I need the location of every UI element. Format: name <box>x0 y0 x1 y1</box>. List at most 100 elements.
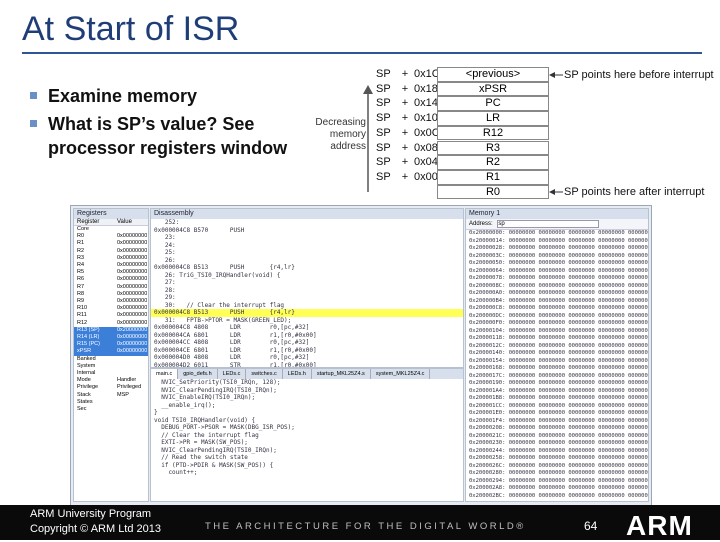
register-row[interactable]: R9 0x00000000 <box>74 298 148 305</box>
register-value: 0x00000000 <box>117 319 148 326</box>
register-row[interactable]: R5 0x00000000 <box>74 269 148 276</box>
register-row[interactable]: R13 (SP) 0x20000000 <box>74 326 148 335</box>
register-row[interactable]: R4 0x00000000 <box>74 262 148 269</box>
memory-line: 0x2000012C: 00000000 00000000 00000000 0… <box>469 342 649 349</box>
register-name: Banked <box>77 355 96 362</box>
direction-label: Decreasing memory address <box>306 117 366 153</box>
plus-sign: + <box>401 68 409 80</box>
source-line: NVIC_ClearPendingIRQ(TSI0_IRQn); <box>154 446 277 454</box>
register-row[interactable]: R6 0x00000000 <box>74 276 148 283</box>
bullet-square-icon <box>30 92 37 99</box>
memory-line: 0x20000168: 00000000 00000000 00000000 0… <box>469 365 649 371</box>
registers-window-title: Registers <box>74 209 148 219</box>
sp-label: SP <box>376 82 391 95</box>
register-row[interactable]: R3 0x00000000 <box>74 255 148 262</box>
stacked-register-r3: R3 <box>437 140 549 156</box>
disassembly-line: 252: <box>154 219 180 226</box>
disassembly-line: 0x000004C8 B513 PUSH {r4,lr} <box>154 264 295 271</box>
register-name: R13 (SP) <box>77 326 100 333</box>
source-tab[interactable]: main.c <box>151 369 179 379</box>
source-tab[interactable]: LEDs.h <box>283 369 312 379</box>
memory-line: 0x20000208: 00000000 00000000 00000000 0… <box>469 425 649 431</box>
source-tab[interactable]: gpio_defs.h <box>178 369 218 379</box>
disassembly-window-title: Disassembly <box>151 209 463 219</box>
disassembly-line: 31: FPTB->PTOR = MASK(GREEN_LED); <box>154 316 292 324</box>
register-row[interactable]: System <box>74 363 148 370</box>
source-tab[interactable]: LEDs.c <box>218 369 247 379</box>
register-value: Privileged <box>117 384 142 391</box>
register-row[interactable]: Stack MSP <box>74 392 148 399</box>
arm-logo: ARM <box>626 510 693 541</box>
register-name: R0 <box>77 233 85 240</box>
source-tab[interactable]: switches.c <box>246 369 283 379</box>
source-listing[interactable]: NVIC_SetPriority(TSI0_IRQn, 128); NVIC_C… <box>151 379 463 477</box>
source-line: NVIC_SetPriority(TSI0_IRQn, 128); <box>154 379 281 386</box>
memory-line: 0x200000A0: 00000000 00000000 00000000 0… <box>469 290 649 296</box>
disassembly-line: 0x000004CC 4808 LDR r0,[pc,#32] <box>154 339 310 346</box>
source-tab[interactable]: system_MKL25Z4.c <box>371 369 431 379</box>
memory-line: 0x200000C8: 00000000 00000000 00000000 0… <box>469 305 649 311</box>
register-row[interactable]: R10 0x00000000 <box>74 305 148 312</box>
register-name: R9 <box>77 298 85 305</box>
register-name: R15 (PC) <box>77 341 100 348</box>
source-line: __enable_irq(); <box>154 401 216 409</box>
memory-line: 0x20000014: 00000000 00000000 00000000 0… <box>469 237 649 244</box>
register-row[interactable]: xPSR 0x00000000 <box>74 348 148 356</box>
source-line: NVIC_EnableIRQ(TSI0_IRQn); <box>154 394 256 401</box>
register-row[interactable]: Mode Handler <box>74 377 148 384</box>
sp-label: SP <box>376 126 391 139</box>
direction-label-line: memory <box>329 129 366 140</box>
register-row[interactable]: R12 0x00000000 <box>74 320 148 327</box>
register-row[interactable]: Internal <box>74 370 148 377</box>
register-name: States <box>77 398 93 405</box>
disassembly-line: 29: <box>154 294 176 301</box>
register-row[interactable]: Privilege Privileged <box>74 384 148 391</box>
disassembly-listing[interactable]: 252: 0x000004C8 B570 PUSH 23: 24: 25: 26:… <box>151 219 463 367</box>
source-tab[interactable]: startup_MKL25Z4.s <box>312 369 371 379</box>
registers-window: Registers Register Value Core R0 0x0000000… <box>73 208 149 502</box>
register-value: 0x00000000 <box>117 305 148 312</box>
register-row[interactable]: R2 0x00000000 <box>74 248 148 255</box>
register-row[interactable]: Sec <box>74 406 148 413</box>
bullet-text: processor registers window <box>48 138 288 158</box>
register-row[interactable]: R7 0x00000000 <box>74 284 148 291</box>
memory-line: 0x20000140: 00000000 00000000 00000000 0… <box>469 350 649 356</box>
footer-line-1: ARM University Program <box>30 508 152 520</box>
sp-label: SP <box>376 170 391 183</box>
stacked-register-r2: R2 <box>437 155 549 170</box>
memory-address-input[interactable]: sp <box>497 220 600 228</box>
stacked-register-pc: PC <box>437 96 549 112</box>
register-value: MSP <box>117 391 129 398</box>
memory-line: 0x200002A8: 00000000 00000000 00000000 0… <box>469 485 649 491</box>
register-name: Stack <box>77 391 91 398</box>
memory-line: 0x20000028: 00000000 00000000 00000000 0… <box>469 245 649 251</box>
memory-line: 0x200000B4: 00000000 00000000 00000000 0… <box>469 297 649 304</box>
register-row[interactable]: R15 (PC) 0x00000000 <box>74 341 148 349</box>
memory-line: 0x200000F0: 00000000 00000000 00000000 0… <box>469 320 649 326</box>
register-row[interactable]: Banked <box>74 356 148 363</box>
register-name: R5 <box>77 269 85 276</box>
register-row[interactable]: States <box>74 399 148 406</box>
memory-line: 0x200001CC: 00000000 00000000 00000000 0… <box>469 402 649 409</box>
register-name: R12 <box>77 319 88 326</box>
memory-line: 0x20000280: 00000000 00000000 00000000 0… <box>469 470 649 476</box>
register-name: R11 <box>77 312 87 319</box>
footer-credits: ARM University Program Copyright © ARM L… <box>30 507 161 537</box>
register-row[interactable]: R8 0x00000000 <box>74 291 148 298</box>
register-value: 0x00000000 <box>117 283 148 290</box>
stacked-register-r0: R0 <box>437 184 549 200</box>
disassembly-line: 0x000004CE 6801 LDR r1,[r0,#0x00] <box>154 346 317 354</box>
plus-sign: + <box>401 97 409 110</box>
register-row[interactable]: Core <box>74 226 148 233</box>
memory-line: 0x20000000: 00000000 00000000 00000000 0… <box>469 230 649 236</box>
register-row[interactable]: R1 0x00000000 <box>74 240 148 247</box>
register-row[interactable]: R14 (LR) 0x00000000 <box>74 334 148 342</box>
register-row[interactable]: R11 0x00000000 <box>74 312 148 319</box>
source-line: EXTI->PR = MASK(SW_POS); <box>154 439 248 446</box>
memory-line: 0x2000026C: 00000000 00000000 00000000 0… <box>469 462 649 469</box>
disassembly-line: 0x000004C8 B570 PUSH <box>154 226 245 234</box>
disassembly-line: 23: <box>154 234 176 241</box>
stacked-register-r12: R12 <box>437 125 549 141</box>
memory-dump[interactable]: 0x20000000: 00000000 00000000 00000000 0… <box>466 230 648 500</box>
register-row[interactable]: R0 0x00000000 <box>74 233 148 240</box>
